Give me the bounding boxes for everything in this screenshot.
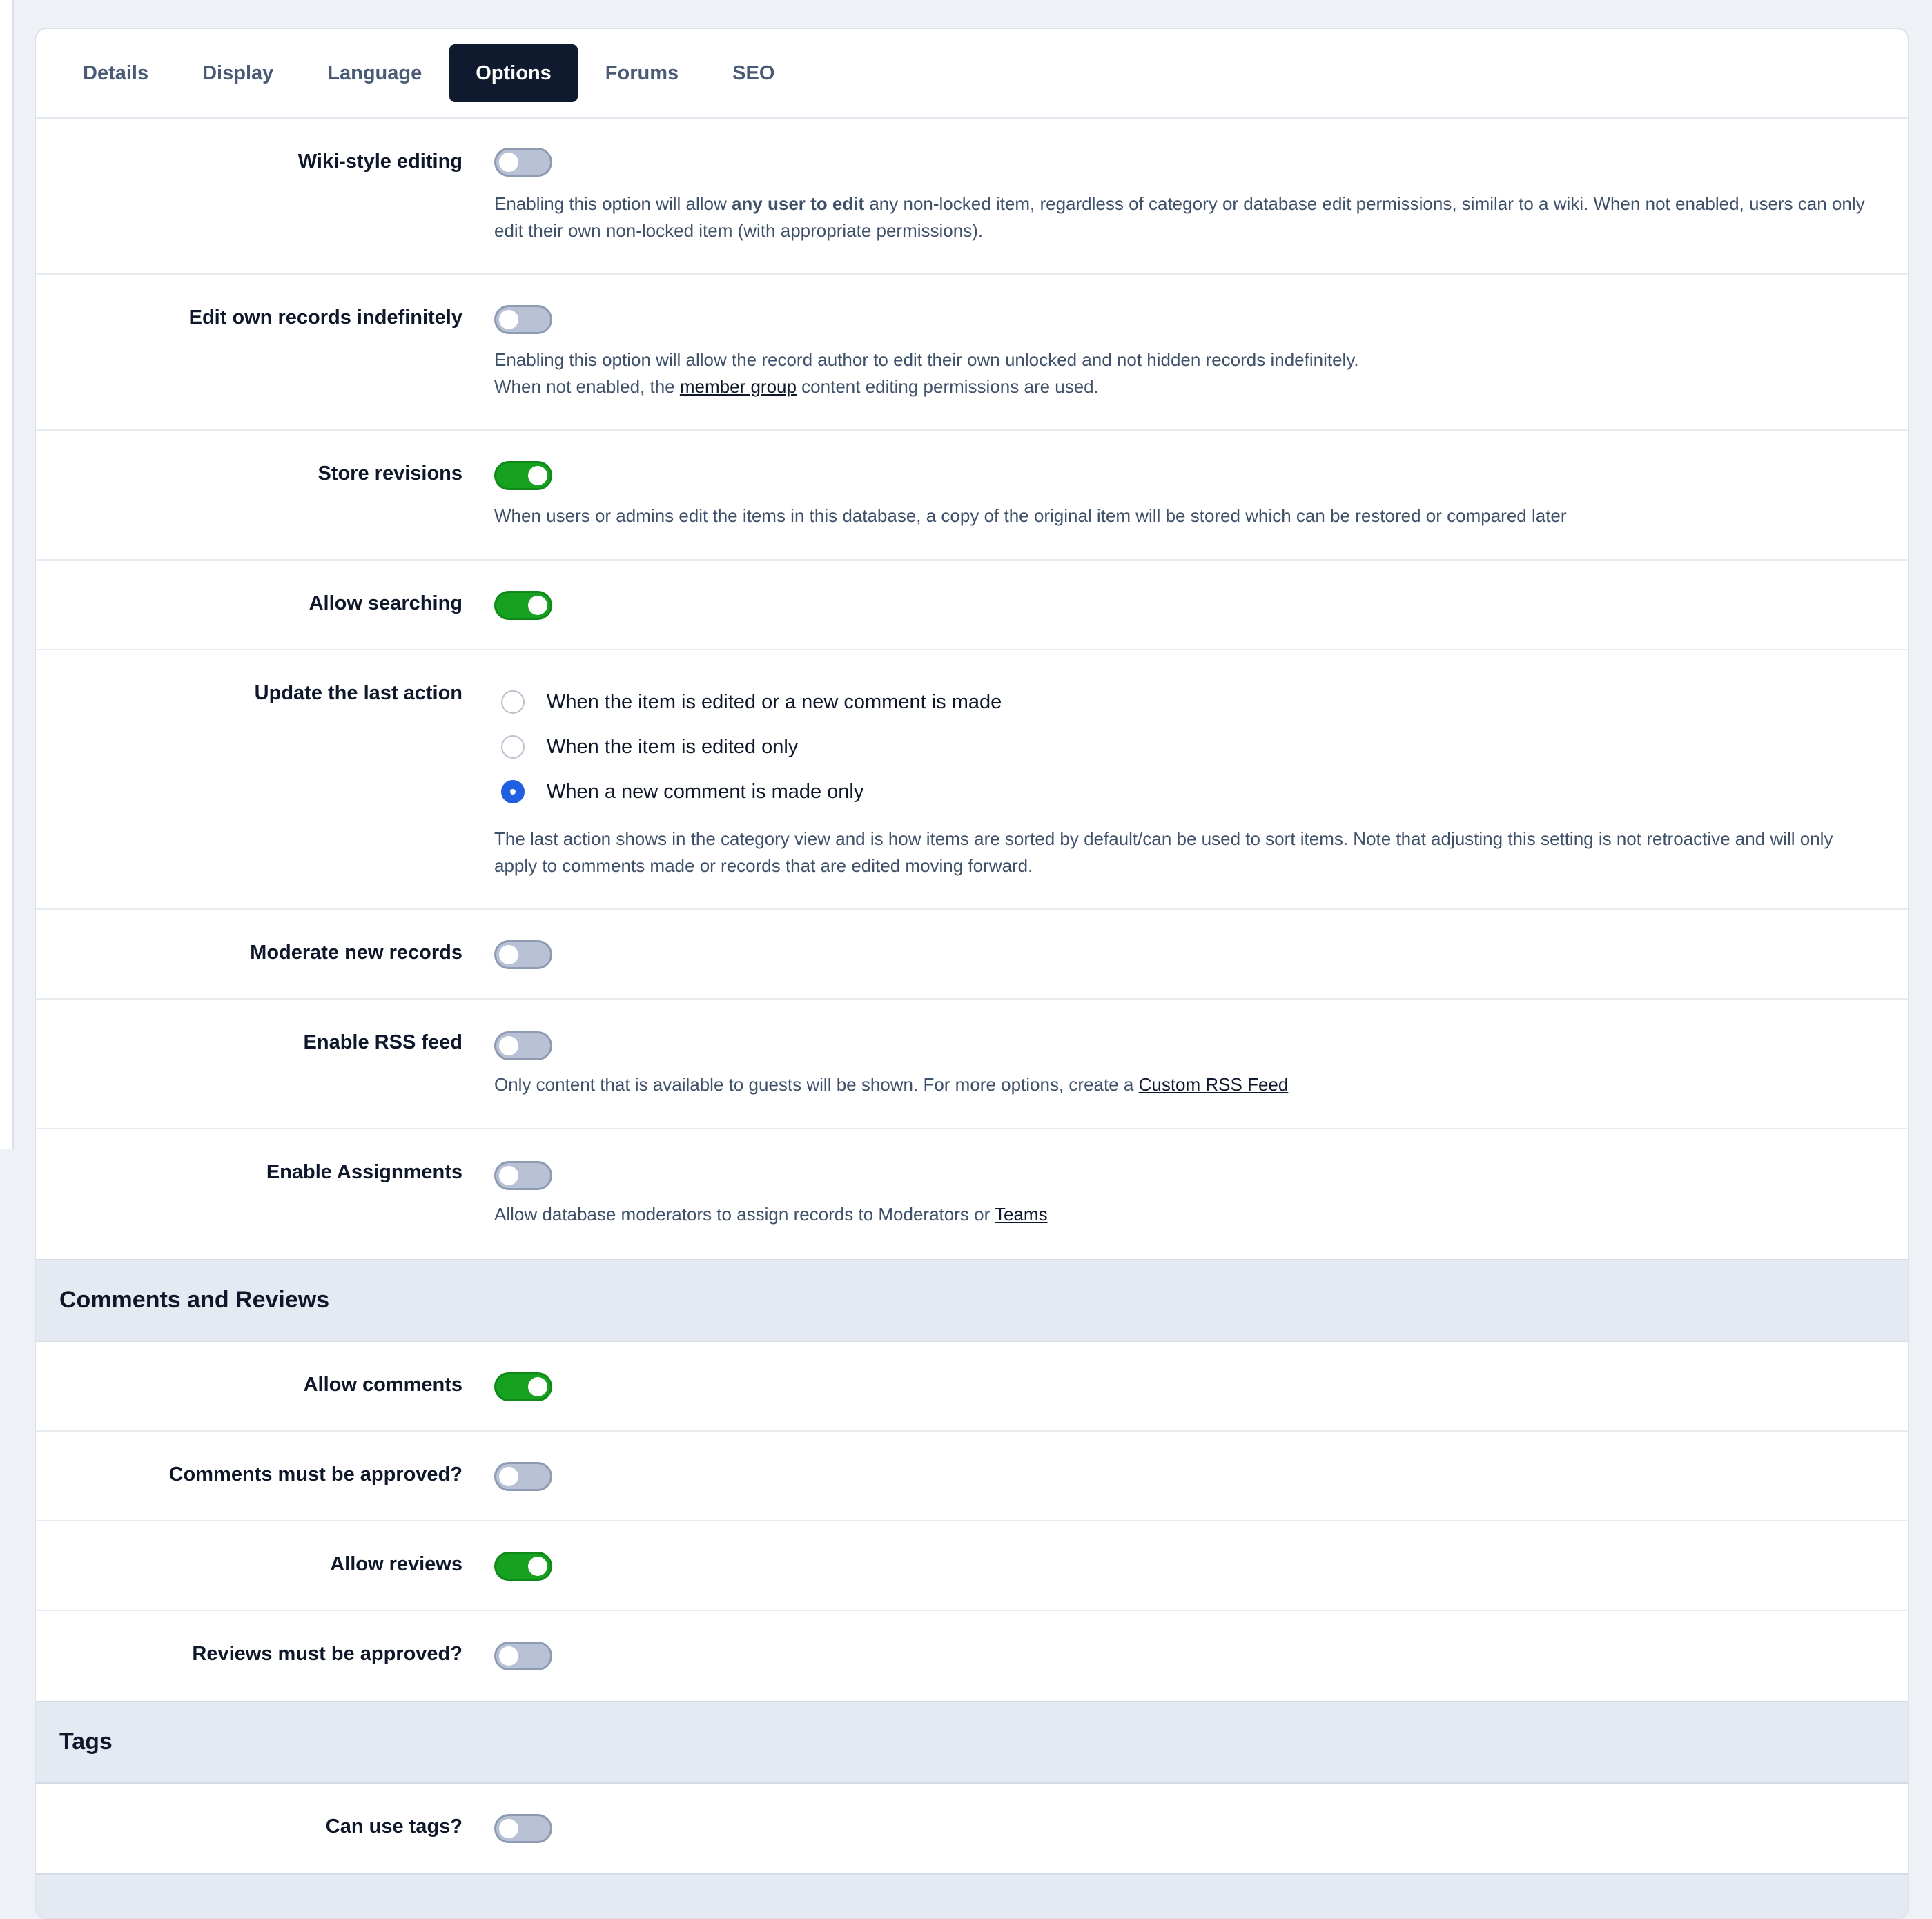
can-use-tags-label: Can use tags? — [325, 1815, 462, 1838]
rss-feed-description: Only content that is available to guests… — [494, 1071, 1880, 1098]
allow-reviews-toggle[interactable] — [494, 1552, 552, 1581]
rss-feed-label: Enable RSS feed — [303, 1031, 462, 1053]
toggle-knob — [528, 1377, 547, 1396]
desc-line: Enabling this option will allow the reco… — [494, 349, 1359, 370]
custom-rss-feed-link[interactable]: Custom RSS Feed — [1139, 1074, 1289, 1095]
assignments-description: Allow database moderators to assign reco… — [494, 1201, 1880, 1228]
radio-button[interactable] — [501, 690, 525, 714]
row-moderate-records: Moderate new records — [36, 910, 1908, 1000]
assignments-toggle[interactable] — [494, 1161, 552, 1190]
row-allow-searching: Allow searching — [36, 561, 1908, 650]
edit-own-description: Enabling this option will allow the reco… — [494, 347, 1880, 400]
store-revisions-description: When users or admins edit the items in t… — [494, 505, 1567, 526]
toggle-knob — [499, 153, 518, 172]
tab-forums[interactable]: Forums — [579, 44, 705, 102]
row-allow-comments: Allow comments — [36, 1342, 1908, 1432]
radio-label: When a new comment is made only — [547, 780, 864, 803]
row-wiki-editing: Wiki-style editing Enabling this option … — [36, 119, 1908, 275]
allow-reviews-label: Allow reviews — [330, 1553, 462, 1575]
wiki-editing-toggle[interactable] — [494, 148, 552, 177]
row-edit-own-records: Edit own records indefinitely Enabling t… — [36, 275, 1908, 431]
store-revisions-toggle[interactable] — [494, 461, 552, 490]
edit-own-label: Edit own records indefinitely — [188, 306, 462, 329]
member-group-link[interactable]: member group — [680, 376, 797, 397]
reviews-approved-label: Reviews must be approved? — [192, 1643, 462, 1665]
radio-button[interactable] — [501, 780, 525, 803]
wiki-editing-description: Enabling this option will allow any user… — [494, 191, 1880, 244]
comments-approved-toggle[interactable] — [494, 1462, 552, 1491]
toggle-knob — [499, 310, 518, 329]
tab-bar: Details Display Language Options Forums … — [36, 29, 1908, 119]
edit-own-toggle[interactable] — [494, 305, 552, 334]
desc-text: Enabling this option will allow — [494, 193, 732, 214]
tab-display[interactable]: Display — [176, 44, 300, 102]
wiki-editing-label: Wiki-style editing — [297, 150, 462, 173]
row-rss-feed: Enable RSS feed Only content that is ava… — [36, 1000, 1908, 1129]
row-store-revisions: Store revisions When users or admins edi… — [36, 431, 1908, 561]
radio-button[interactable] — [501, 735, 525, 759]
teams-link[interactable]: Teams — [995, 1204, 1048, 1225]
desc-text: Only content that is available to guests… — [494, 1074, 1139, 1095]
section-title: Comments and Reviews — [59, 1287, 330, 1313]
desc-text: When not enabled, the — [494, 376, 680, 397]
tab-options[interactable]: Options — [449, 44, 578, 102]
row-assignments: Enable Assignments Allow database modera… — [36, 1129, 1908, 1259]
desc-bold-text: any user to edit — [731, 193, 865, 214]
last-action-description: The last action shows in the category vi… — [494, 828, 1833, 876]
allow-comments-label: Allow comments — [303, 1374, 462, 1396]
store-revisions-label: Store revisions — [318, 462, 462, 485]
toggle-knob — [499, 1166, 518, 1185]
comments-approved-label: Comments must be approved? — [168, 1463, 462, 1485]
desc-text: Allow database moderators to assign reco… — [494, 1204, 995, 1225]
row-reviews-approved: Reviews must be approved? — [36, 1611, 1908, 1701]
radio-option-edited-or-comment[interactable]: When the item is edited or a new comment… — [501, 688, 1002, 716]
toggle-knob — [499, 1036, 518, 1055]
row-can-use-tags: Can use tags? — [36, 1784, 1908, 1873]
radio-label: When the item is edited or a new comment… — [547, 690, 1002, 713]
allow-comments-toggle[interactable] — [494, 1372, 552, 1401]
can-use-tags-toggle[interactable] — [494, 1814, 552, 1843]
toggle-knob — [499, 1467, 518, 1486]
rss-feed-toggle[interactable] — [494, 1031, 552, 1060]
toggle-knob — [528, 596, 547, 615]
toggle-knob — [528, 1557, 547, 1576]
tab-language[interactable]: Language — [301, 44, 448, 102]
row-last-action: Update the last action When the item is … — [36, 650, 1908, 910]
tab-seo[interactable]: SEO — [706, 44, 801, 102]
desc-text: content editing permissions are used. — [796, 376, 1099, 397]
desc-line: When not enabled, the member group conte… — [494, 373, 1880, 400]
section-next — [36, 1873, 1908, 1918]
settings-panel: Details Display Language Options Forums … — [35, 28, 1909, 1919]
section-tags: Tags — [36, 1701, 1908, 1784]
toggle-knob — [499, 1819, 518, 1838]
row-comments-approved: Comments must be approved? — [36, 1432, 1908, 1521]
assignments-label: Enable Assignments — [266, 1161, 462, 1183]
radio-option-edited-only[interactable]: When the item is edited only — [501, 733, 798, 761]
allow-searching-toggle[interactable] — [494, 591, 552, 620]
left-sidebar-edge — [0, 0, 14, 1149]
radio-label: When the item is edited only — [547, 735, 799, 758]
reviews-approved-toggle[interactable] — [494, 1642, 552, 1670]
section-comments-reviews: Comments and Reviews — [36, 1259, 1908, 1342]
radio-option-comment-only[interactable]: When a new comment is made only — [501, 778, 863, 806]
tab-details[interactable]: Details — [57, 44, 175, 102]
toggle-knob — [499, 945, 518, 964]
moderate-records-label: Moderate new records — [250, 942, 462, 964]
toggle-knob — [499, 1646, 518, 1666]
toggle-knob — [528, 466, 547, 485]
allow-searching-label: Allow searching — [309, 592, 462, 614]
last-action-label: Update the last action — [254, 682, 462, 704]
moderate-records-toggle[interactable] — [494, 940, 552, 969]
section-title: Tags — [59, 1728, 113, 1755]
row-allow-reviews: Allow reviews — [36, 1521, 1908, 1611]
